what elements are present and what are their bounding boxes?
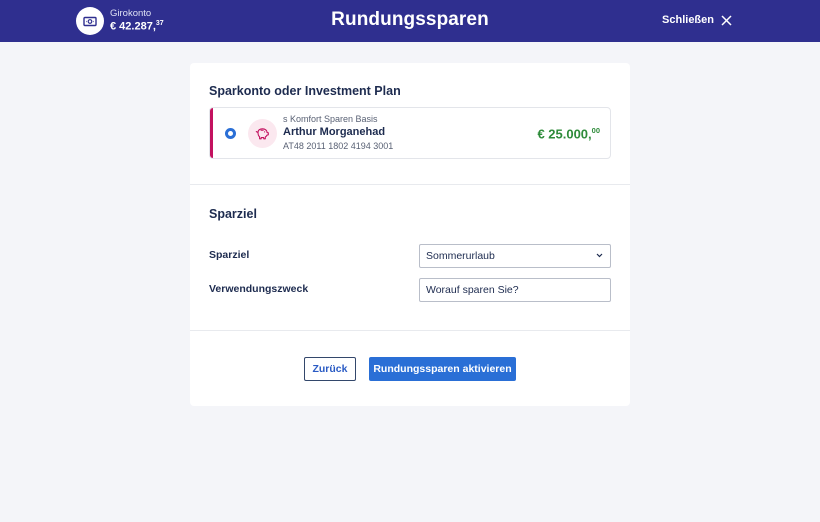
goal-section-title: Sparziel: [209, 207, 257, 221]
selected-marker: [210, 108, 213, 158]
close-icon: [721, 14, 732, 26]
account-amount-main: € 25.000,: [537, 126, 592, 142]
piggy-bank-icon: [248, 119, 277, 148]
account-iban: AT48 2011 1802 4194 3001: [283, 141, 394, 151]
goal-select[interactable]: Sommerurlaub: [419, 244, 611, 268]
goal-label: Sparziel: [209, 249, 250, 261]
back-button[interactable]: Zurück: [304, 357, 356, 381]
actions-divider: [190, 330, 630, 331]
purpose-input[interactable]: [419, 278, 611, 302]
chevron-down-icon: [596, 253, 603, 258]
top-bar: Girokonto € 42.287,37 Rundungssparen Sch…: [0, 0, 820, 42]
account-radio[interactable]: [225, 128, 236, 139]
activate-button[interactable]: Rundungssparen aktivieren: [369, 357, 516, 381]
account-product: s Komfort Sparen Basis: [283, 114, 378, 124]
close-label: Schließen: [662, 14, 714, 26]
close-button[interactable]: Schließen: [662, 14, 732, 26]
section-divider: [190, 184, 630, 185]
account-holder: Arthur Morganehad: [283, 126, 386, 138]
purpose-label: Verwendungszweck: [209, 283, 309, 295]
account-amount-cents: 00: [591, 126, 600, 135]
savings-account-option[interactable]: s Komfort Sparen Basis Arthur Morganehad…: [209, 107, 611, 159]
account-amount: € 25.000,00: [537, 126, 600, 141]
account-section-title: Sparkonto oder Investment Plan: [209, 84, 401, 98]
rounding-savings-card: Sparkonto oder Investment Plan s Komfort…: [190, 63, 630, 406]
goal-select-value: Sommerurlaub: [426, 250, 495, 262]
